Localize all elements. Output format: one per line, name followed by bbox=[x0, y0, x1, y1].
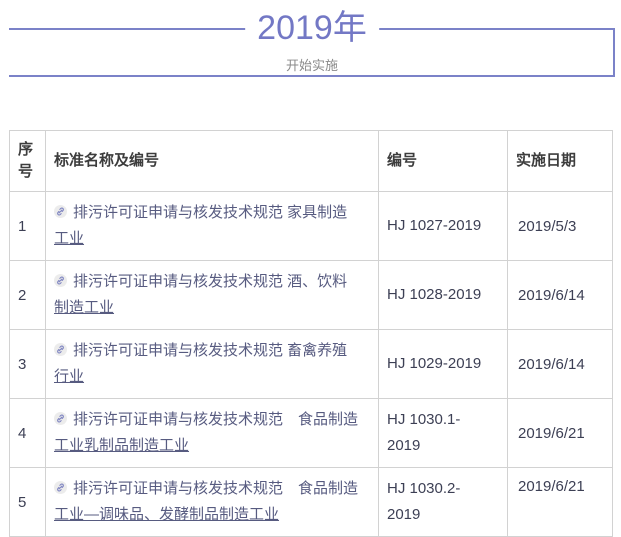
standard-code: HJ 1027-2019 bbox=[387, 217, 481, 234]
standard-link[interactable]: 排污许可证申请与核发技术规范 食品制造工业乳制品制造工业 bbox=[54, 411, 358, 454]
serial-number: 1 bbox=[18, 218, 26, 235]
standard-code-cell: HJ 1027-2019 bbox=[379, 192, 508, 261]
standard-name-cell: 排污许可证申请与核发技术规范 畜禽养殖行业 bbox=[46, 330, 379, 399]
standards-table: 序号 标准名称及编号 编号 实施日期 1 排污许可证申请与核发技术规范 家具制造… bbox=[9, 130, 613, 537]
link-icon bbox=[54, 477, 67, 490]
table-row: 1 排污许可证申请与核发技术规范 家具制造工业 HJ 1027-2019 201… bbox=[10, 192, 613, 261]
table-body: 1 排污许可证申请与核发技术规范 家具制造工业 HJ 1027-2019 201… bbox=[10, 192, 613, 537]
serial-number: 4 bbox=[18, 425, 26, 442]
implementation-date: 2019/6/21 bbox=[518, 425, 585, 442]
standard-name-line1: 排污许可证申请与核发技术规范 畜禽养殖 bbox=[73, 342, 347, 359]
table-row: 4 排污许可证申请与核发技术规范 食品制造工业乳制品制造工业 HJ 1030.1… bbox=[10, 399, 613, 468]
implementation-date-cell: 2019/6/14 bbox=[508, 330, 613, 399]
column-header-date: 实施日期 bbox=[508, 131, 613, 192]
standard-code: HJ 1028-2019 bbox=[387, 286, 481, 303]
standard-link[interactable]: 排污许可证申请与核发技术规范 酒、饮料制造工业 bbox=[54, 273, 347, 316]
year-subtitle: 开始实施 bbox=[9, 55, 615, 74]
standard-link[interactable]: 排污许可证申请与核发技术规范 家具制造工业 bbox=[54, 204, 347, 247]
link-icon bbox=[54, 408, 67, 421]
standard-name-line1: 排污许可证申请与核发技术规范 酒、饮料 bbox=[73, 273, 347, 290]
standard-name-line2: 工业 bbox=[54, 230, 84, 247]
standard-name-cell: 排污许可证申请与核发技术规范 酒、饮料制造工业 bbox=[46, 261, 379, 330]
implementation-date-cell: 2019/6/21 bbox=[508, 468, 613, 537]
serial-number-cell: 1 bbox=[10, 192, 46, 261]
standard-name-line2: 工业乳制品制造工业 bbox=[54, 437, 189, 454]
table-row: 2 排污许可证申请与核发技术规范 酒、饮料制造工业 HJ 1028-2019 2… bbox=[10, 261, 613, 330]
standard-name-cell: 排污许可证申请与核发技术规范 家具制造工业 bbox=[46, 192, 379, 261]
standard-code-cell: HJ 1030.2-2019 bbox=[379, 468, 508, 537]
year-section: 2019年 开始实施 bbox=[9, 28, 615, 77]
implementation-date-cell: 2019/5/3 bbox=[508, 192, 613, 261]
standard-link[interactable]: 排污许可证申请与核发技术规范 畜禽养殖行业 bbox=[54, 342, 347, 385]
implementation-date-cell: 2019/6/21 bbox=[508, 399, 613, 468]
column-header-serial: 序号 bbox=[10, 131, 46, 192]
standard-name-line2: 行业 bbox=[54, 368, 84, 385]
link-icon bbox=[54, 339, 67, 352]
standard-name-line2: 工业—调味品、发酵制品制造工业 bbox=[54, 506, 279, 523]
link-icon bbox=[54, 270, 67, 283]
implementation-date: 2019/5/3 bbox=[518, 218, 576, 235]
standard-code: HJ 1030.1-2019 bbox=[387, 411, 460, 454]
standard-name-cell: 排污许可证申请与核发技术规范 食品制造工业乳制品制造工业 bbox=[46, 399, 379, 468]
standard-link[interactable]: 排污许可证申请与核发技术规范 食品制造工业—调味品、发酵制品制造工业 bbox=[54, 480, 358, 523]
implementation-date: 2019/6/14 bbox=[518, 287, 585, 304]
standard-name-cell: 排污许可证申请与核发技术规范 食品制造工业—调味品、发酵制品制造工业 bbox=[46, 468, 379, 537]
standard-code-cell: HJ 1030.1-2019 bbox=[379, 399, 508, 468]
serial-number: 2 bbox=[18, 287, 26, 304]
serial-number-cell: 5 bbox=[10, 468, 46, 537]
standard-code-cell: HJ 1028-2019 bbox=[379, 261, 508, 330]
standard-name-line1: 排污许可证申请与核发技术规范 食品制造 bbox=[73, 411, 358, 428]
column-header-code: 编号 bbox=[379, 131, 508, 192]
standard-name-line2: 制造工业 bbox=[54, 299, 114, 316]
standard-code: HJ 1030.2-2019 bbox=[387, 480, 460, 523]
standard-code-cell: HJ 1029-2019 bbox=[379, 330, 508, 399]
serial-number-cell: 4 bbox=[10, 399, 46, 468]
year-title: 2019年 bbox=[245, 6, 379, 50]
link-icon bbox=[54, 201, 67, 214]
serial-number-cell: 2 bbox=[10, 261, 46, 330]
table-header-row: 序号 标准名称及编号 编号 实施日期 bbox=[10, 131, 613, 192]
table-row: 5 排污许可证申请与核发技术规范 食品制造工业—调味品、发酵制品制造工业 HJ … bbox=[10, 468, 613, 537]
table-row: 3 排污许可证申请与核发技术规范 畜禽养殖行业 HJ 1029-2019 201… bbox=[10, 330, 613, 399]
standard-code: HJ 1029-2019 bbox=[387, 355, 481, 372]
serial-number: 3 bbox=[18, 356, 26, 373]
serial-number: 5 bbox=[18, 494, 26, 511]
standard-name-line1: 排污许可证申请与核发技术规范 家具制造 bbox=[73, 204, 347, 221]
serial-number-cell: 3 bbox=[10, 330, 46, 399]
implementation-date-cell: 2019/6/14 bbox=[508, 261, 613, 330]
standard-name-line1: 排污许可证申请与核发技术规范 食品制造 bbox=[73, 480, 358, 497]
column-header-standard-name: 标准名称及编号 bbox=[46, 131, 379, 192]
implementation-date: 2019/6/14 bbox=[518, 356, 585, 373]
